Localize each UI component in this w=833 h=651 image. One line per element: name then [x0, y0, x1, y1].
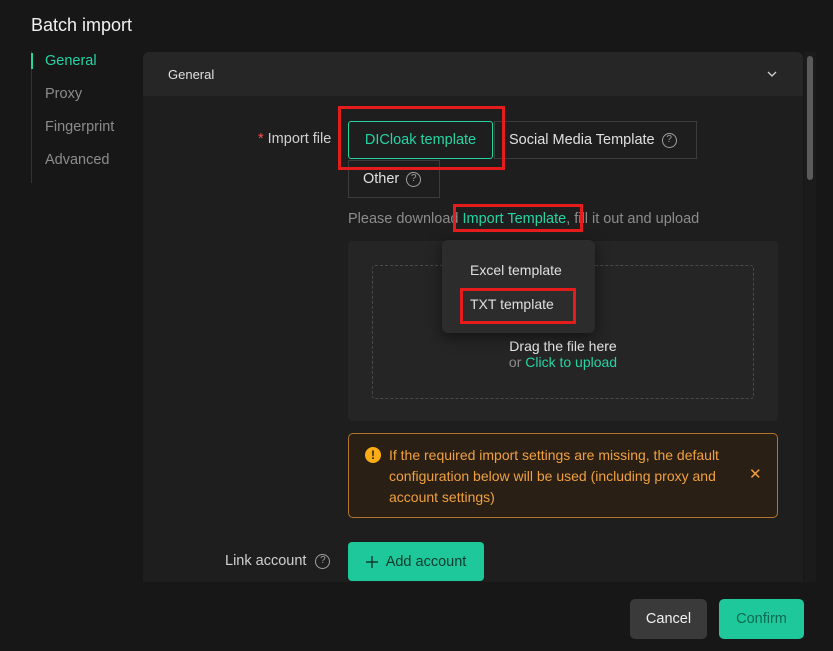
excel-template-item[interactable]: Excel template — [470, 262, 562, 278]
other-option[interactable]: Other ? — [348, 160, 440, 198]
social-media-template-label: Social Media Template — [509, 132, 655, 148]
section-header[interactable]: General — [143, 52, 803, 96]
close-icon[interactable]: ✕ — [749, 465, 762, 483]
add-account-button[interactable]: Add account — [348, 542, 484, 581]
txt-template-item[interactable]: TXT template — [470, 296, 554, 312]
hint-suffix: , fill it out and upload — [566, 211, 700, 227]
upload-or-text: or — [508, 354, 522, 370]
import-file-label-text: Import file — [267, 131, 332, 147]
nav-item-fingerprint[interactable]: Fingerprint — [32, 117, 131, 150]
dicloak-template-label: DICloak template — [364, 132, 477, 148]
warning-circle-icon: ! — [365, 447, 381, 463]
download-hint: Please download Import Template, fill it… — [348, 211, 699, 227]
template-dropdown: Excel template TXT template — [442, 240, 595, 333]
question-circle-icon[interactable]: ? — [315, 553, 331, 569]
question-circle-icon[interactable]: ? — [406, 171, 422, 187]
side-nav: General Proxy Fingerprint Advanced — [31, 51, 131, 183]
nav-item-proxy[interactable]: Proxy — [32, 84, 131, 117]
required-mark: * — [258, 131, 264, 147]
import-file-label: * Import file — [258, 131, 331, 147]
link-account-label: Link account ? — [225, 553, 331, 569]
scrollbar-thumb[interactable] — [807, 56, 813, 180]
plus-icon — [365, 555, 378, 568]
import-template-link[interactable]: Import Template — [462, 211, 566, 227]
add-account-label: Add account — [385, 553, 467, 570]
dicloak-template-option[interactable]: DICloak template — [348, 121, 493, 159]
section-title: General — [168, 66, 215, 82]
social-media-template-option[interactable]: Social Media Template ? — [494, 121, 697, 159]
hint-prefix: Please download — [348, 211, 459, 227]
chevron-down-icon[interactable] — [767, 69, 777, 79]
alert-message: If the required import settings are miss… — [389, 447, 719, 505]
nav-item-advanced[interactable]: Advanced — [32, 150, 131, 183]
missing-settings-alert: ! If the required import settings are mi… — [348, 433, 778, 518]
click-to-upload-link[interactable]: Click to upload — [525, 354, 617, 370]
nav-item-general[interactable]: General — [31, 51, 131, 84]
cancel-button[interactable]: Cancel — [630, 599, 707, 639]
other-label: Other — [363, 171, 400, 187]
question-circle-icon[interactable]: ? — [661, 132, 677, 148]
link-account-label-text: Link account — [225, 553, 307, 569]
drag-file-text: Drag the file here — [509, 338, 617, 354]
dialog-title: Batch import — [31, 15, 133, 35]
upload-prompt: or Click to upload — [372, 354, 754, 370]
confirm-button[interactable]: Confirm — [719, 599, 804, 639]
batch-import-dialog: Batch import General Proxy Fingerprint A… — [0, 0, 833, 651]
